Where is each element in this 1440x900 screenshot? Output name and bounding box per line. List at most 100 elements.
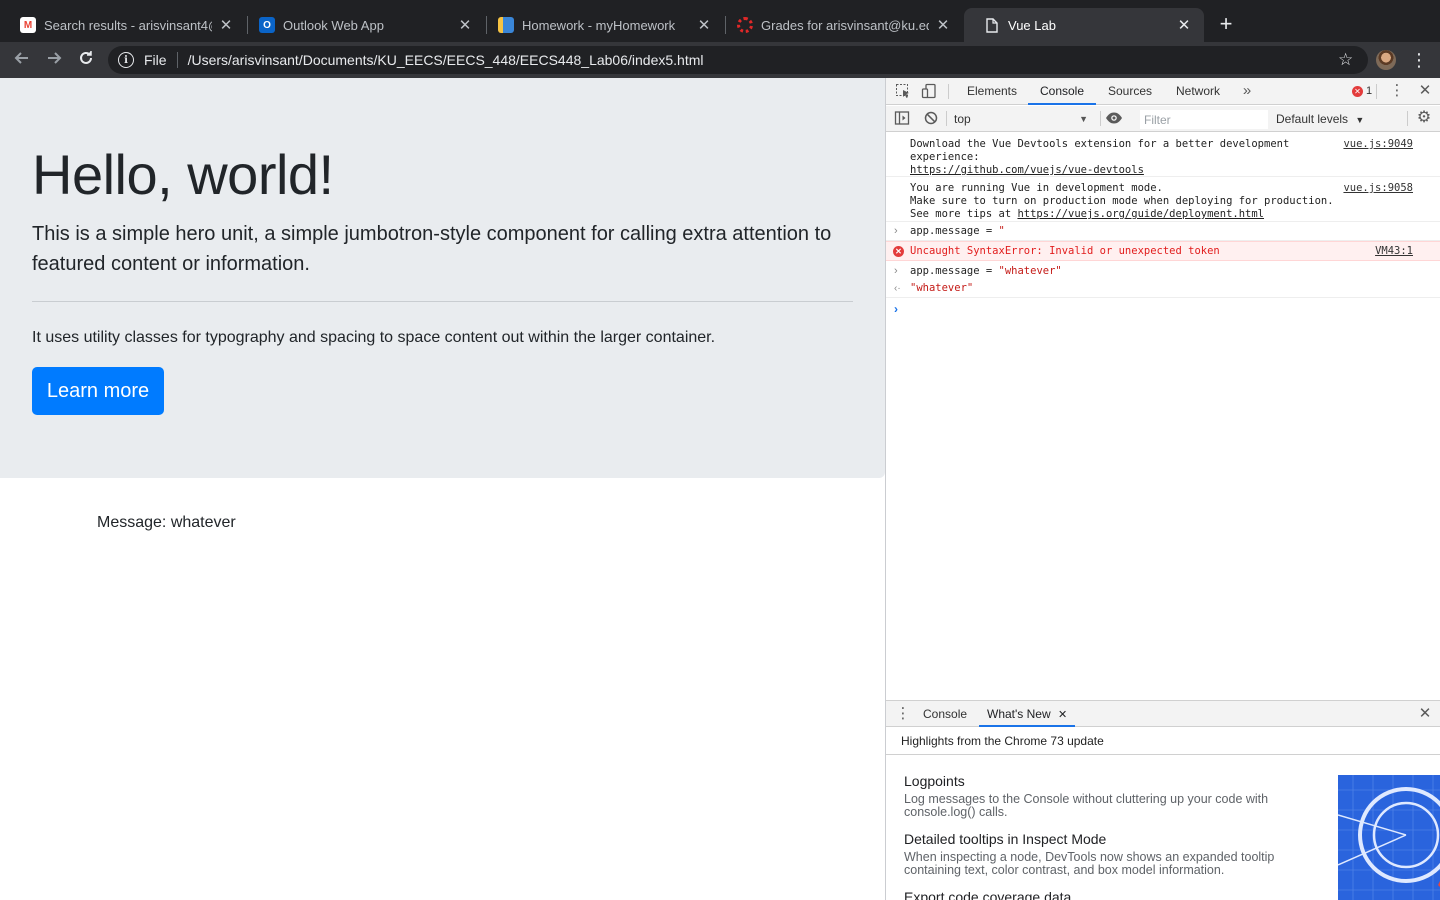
close-icon[interactable]: ✕ [935,17,951,34]
whats-new-item-desc: Log messages to the Console without clut… [904,792,1269,819]
info-icon[interactable]: i [118,52,134,68]
tab-sources[interactable]: Sources [1098,78,1162,105]
tab-title: Outlook Web App [283,17,384,33]
vue-message: Message: whatever [97,514,236,531]
input-chevron-icon: › [894,265,898,277]
dropdown-arrow-icon: ▼ [1079,114,1088,124]
tab-title: Homework - myHomework [522,17,676,33]
browser-tab-gmail[interactable]: M Search results - arisvinsant4@ ✕ [0,8,246,42]
toolbar-divider [948,84,949,99]
error-count-badge[interactable]: ✕ 1 [1352,85,1372,97]
close-icon[interactable]: ✕ [218,17,234,34]
source-link[interactable]: vue.js:9049 [1343,138,1413,151]
outlook-icon: O [259,17,275,33]
source-link[interactable]: vue.js:9058 [1343,182,1413,195]
close-drawer-icon[interactable]: ✕ [1416,706,1434,724]
whats-new-item-desc: When inspecting a node, DevTools now sho… [904,850,1275,877]
more-tabs-icon[interactable]: » [1238,83,1256,101]
devtools-tabbar: Elements Console Sources Network » ✕ 1 ⋮… [886,78,1440,105]
context-value: top [954,112,971,126]
chrome-update-illustration [1338,775,1440,900]
console-message-dev-mode: You are running Vue in development mode.… [886,177,1440,222]
reload-button[interactable] [75,49,97,71]
arrow-left-icon [14,52,28,64]
canvas-icon [737,17,753,33]
kebab-menu-icon[interactable]: ⋮ [1388,83,1406,101]
browser-menu-icon[interactable]: ⋮ [1410,48,1428,72]
close-icon[interactable]: ✕ [1176,17,1192,34]
address-bar[interactable]: i File /Users/arisvinsant/Documents/KU_E… [108,46,1368,74]
input-code: app.message = "whatever" [910,265,1062,277]
drawer-tab-console[interactable]: Console [923,701,967,727]
whats-new-item-title[interactable]: Detailed tooltips in Inspect Mode [904,831,1106,847]
levels-label: Default levels [1276,112,1349,126]
console-input-line: › app.message = " [886,222,1440,241]
omnibox-divider [176,52,178,68]
whats-new-content: Logpoints Log messages to the Console wi… [886,756,1440,900]
url-text[interactable]: /Users/arisvinsant/Documents/KU_EECS/EEC… [188,52,704,68]
console-error-line: ✕ Uncaught SyntaxError: Invalid or unexp… [886,241,1440,261]
gmail-icon: M [20,17,36,33]
context-selector[interactable]: top ▼ [954,109,1092,129]
tab-title: Vue Lab [1008,17,1056,33]
close-devtools-icon[interactable]: ✕ [1416,83,1434,101]
device-toolbar-icon[interactable] [920,83,938,101]
error-count: 1 [1366,85,1373,97]
close-icon[interactable]: ✕ [457,17,473,34]
console-output: Download the Vue Devtools extension for … [886,133,1440,700]
file-icon [984,17,1000,33]
whats-new-item-title[interactable]: Export code coverage data [904,889,1071,900]
reload-icon [80,51,92,64]
back-button[interactable] [11,49,33,71]
console-prompt[interactable]: › [886,299,1440,319]
tab-elements[interactable]: Elements [958,78,1026,105]
drawer-menu-icon[interactable]: ⋮ [894,706,912,724]
myhomework-icon [498,17,514,33]
hero-text: It uses utility classes for typography a… [32,329,716,346]
tab-network[interactable]: Network [1166,78,1230,105]
tab-console[interactable]: Console [1028,78,1096,105]
forward-button[interactable] [43,49,65,71]
learn-more-button[interactable]: Learn more [32,367,164,415]
arrow-right-icon [48,52,62,64]
close-tab-icon[interactable]: ✕ [1058,709,1067,721]
new-tab-button[interactable]: + [1214,13,1238,37]
console-settings-gear-icon[interactable]: ⚙ [1415,110,1433,128]
whats-new-header: Highlights from the Chrome 73 update [886,728,1440,755]
console-result-line: ‹· "whatever" [886,280,1440,298]
browser-tab-vue-lab[interactable]: Vue Lab ✕ [964,8,1204,42]
dropdown-arrow-icon: ▼ [1355,115,1365,125]
vue-devtools-link[interactable]: https://github.com/vuejs/vue-devtools [910,164,1144,176]
console-input-line: › app.message = "whatever" [886,262,1440,280]
error-icon: ✕ [893,246,904,257]
console-filter-input[interactable] [1140,110,1268,129]
toolbar-divider [946,111,947,126]
message-text: Download the Vue Devtools extension for … [910,138,1290,176]
live-expression-eye-icon[interactable] [1105,110,1123,128]
input-code: app.message = " [910,225,1005,237]
show-sidebar-icon[interactable] [893,110,911,128]
close-icon[interactable]: ✕ [696,17,712,34]
prompt-chevron-icon: › [894,302,898,316]
profile-avatar[interactable] [1376,50,1396,70]
whats-new-item-title[interactable]: Logpoints [904,773,965,789]
source-link[interactable]: VM43:1 [1375,245,1413,258]
message-text: You are running Vue in development mode.… [910,182,1334,220]
jumbotron: Hello, world! This is a simple hero unit… [0,78,885,478]
browser-tab-outlook[interactable]: O Outlook Web App ✕ [239,8,485,42]
result-value: "whatever" [910,282,974,294]
browser-tab-grades[interactable]: Grades for arisvinsant@ku.edu ✕ [717,8,963,42]
scheme-label: File [144,52,167,68]
inspect-element-icon[interactable] [894,83,912,101]
tab-title: Search results - arisvinsant4@ [44,17,212,33]
log-levels-dropdown[interactable]: Default levels ▼ [1276,106,1364,132]
input-chevron-icon: › [894,225,898,237]
clear-console-icon[interactable] [922,110,940,128]
bookmark-star-icon[interactable]: ☆ [1338,50,1353,70]
toolbar-divider [1407,111,1408,126]
console-toolbar: top ▼ Default levels ▼ ⚙ [886,106,1440,132]
drawer-tab-whats-new[interactable]: What's New ✕ [979,701,1076,727]
error-text: Uncaught SyntaxError: Invalid or unexpec… [910,245,1220,257]
browser-tab-myhomework[interactable]: Homework - myHomework ✕ [478,8,724,42]
deployment-guide-link[interactable]: https://vuejs.org/guide/deployment.html [1017,208,1264,220]
